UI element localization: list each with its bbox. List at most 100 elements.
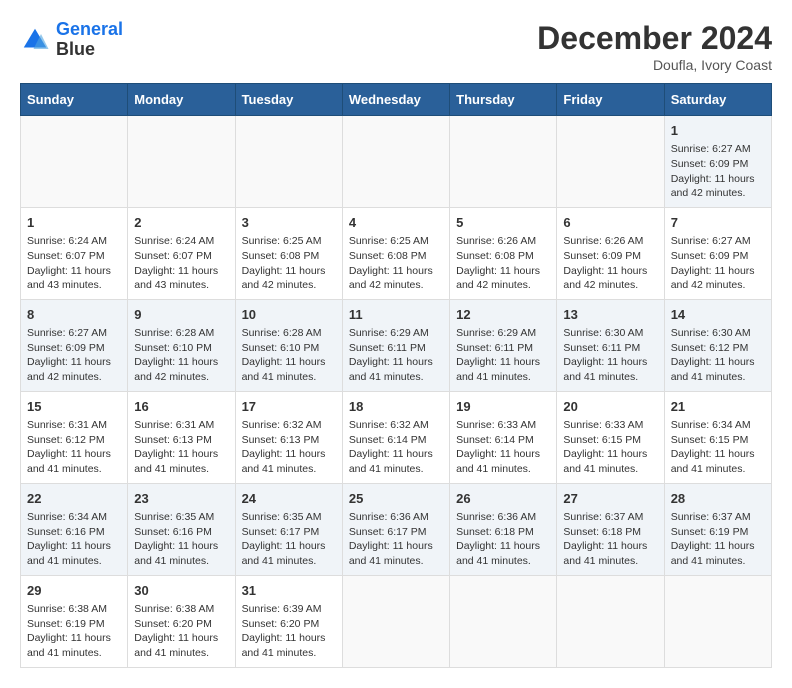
sunset-text: Sunset: 6:20 PM [134,618,212,630]
day-number: 10 [242,306,336,324]
calendar-cell [342,575,449,667]
sunset-text: Sunset: 6:11 PM [349,342,426,354]
sunrise-text: Sunrise: 6:34 AM [27,511,107,523]
day-number: 14 [671,306,765,324]
sunset-text: Sunset: 6:19 PM [27,618,105,630]
calendar-cell: 11Sunrise: 6:29 AMSunset: 6:11 PMDayligh… [342,299,449,391]
page-header: GeneralBlue December 2024 Doufla, Ivory … [20,20,772,73]
month-year: December 2024 [537,20,772,57]
calendar-cell: 4Sunrise: 6:25 AMSunset: 6:08 PMDaylight… [342,207,449,299]
sunset-text: Sunset: 6:12 PM [671,342,749,354]
sunrise-text: Sunrise: 6:33 AM [456,419,536,431]
day-number: 27 [563,490,657,508]
calendar-cell: 18Sunrise: 6:32 AMSunset: 6:14 PMDayligh… [342,391,449,483]
calendar-cell: 21Sunrise: 6:34 AMSunset: 6:15 PMDayligh… [664,391,771,483]
calendar-cell [21,116,128,208]
daylight-label: Daylight: 11 hours and 41 minutes. [134,448,218,475]
sunset-text: Sunset: 6:20 PM [242,618,320,630]
daylight-label: Daylight: 11 hours and 41 minutes. [134,540,218,567]
calendar-cell [450,116,557,208]
sunrise-text: Sunrise: 6:33 AM [563,419,643,431]
sunset-text: Sunset: 6:07 PM [27,250,105,262]
sunset-text: Sunset: 6:13 PM [242,434,320,446]
daylight-label: Daylight: 11 hours and 41 minutes. [242,356,326,383]
calendar-cell: 20Sunrise: 6:33 AMSunset: 6:15 PMDayligh… [557,391,664,483]
calendar-cell: 2Sunrise: 6:24 AMSunset: 6:07 PMDaylight… [128,207,235,299]
calendar-cell: 24Sunrise: 6:35 AMSunset: 6:17 PMDayligh… [235,483,342,575]
sunrise-text: Sunrise: 6:37 AM [563,511,643,523]
calendar-cell: 16Sunrise: 6:31 AMSunset: 6:13 PMDayligh… [128,391,235,483]
sunrise-text: Sunrise: 6:39 AM [242,603,322,615]
calendar-cell: 27 Sunrise: 6:37 AM Sunset: 6:18 PM Dayligh… [557,483,664,575]
col-header-friday: Friday [557,84,664,116]
calendar-cell: 5Sunrise: 6:26 AMSunset: 6:08 PMDaylight… [450,207,557,299]
calendar-week-row: 8Sunrise: 6:27 AMSunset: 6:09 PMDaylight… [21,299,772,391]
col-header-monday: Monday [128,84,235,116]
sunset-text: Sunset: 6:17 PM [242,526,320,538]
calendar-cell: 1 Sunrise: 6:27 AM Sunset: 6:09 PM Daylight… [664,116,771,208]
sunrise-text: Sunrise: 6:26 AM [456,235,536,247]
col-header-wednesday: Wednesday [342,84,449,116]
daylight-label: Daylight: 11 hours and 42 minutes. [671,173,755,200]
sunset-text: Sunset: 6:18 PM [563,526,641,538]
col-header-thursday: Thursday [450,84,557,116]
calendar-cell [664,575,771,667]
calendar-cell: 19Sunrise: 6:33 AMSunset: 6:14 PMDayligh… [450,391,557,483]
sunrise-text: Sunrise: 6:24 AM [134,235,214,247]
sunrise-text: Sunrise: 6:27 AM [671,143,751,155]
sunset-text: Sunset: 6:09 PM [27,342,105,354]
daylight-label: Daylight: 11 hours and 41 minutes. [563,540,647,567]
day-number: 12 [456,306,550,324]
calendar-cell: 13Sunrise: 6:30 AMSunset: 6:11 PMDayligh… [557,299,664,391]
day-number: 4 [349,214,443,232]
calendar-table: SundayMondayTuesdayWednesdayThursdayFrid… [20,83,772,668]
calendar-cell: 26Sunrise: 6:36 AMSunset: 6:18 PMDayligh… [450,483,557,575]
calendar-cell [235,116,342,208]
sunrise-text: Sunrise: 6:35 AM [242,511,322,523]
daylight-label: Daylight: 11 hours and 41 minutes. [671,448,755,475]
sunrise-text: Sunrise: 6:25 AM [242,235,322,247]
sunrise-text: Sunrise: 6:38 AM [134,603,214,615]
day-number: 2 [134,214,228,232]
col-header-saturday: Saturday [664,84,771,116]
sunrise-text: Sunrise: 6:25 AM [349,235,429,247]
daylight-label: Daylight: 11 hours and 41 minutes. [456,448,540,475]
daylight-label: Daylight: 11 hours and 41 minutes. [242,540,326,567]
calendar-cell: 29Sunrise: 6:38 AMSunset: 6:19 PMDayligh… [21,575,128,667]
calendar-header-row: SundayMondayTuesdayWednesdayThursdayFrid… [21,84,772,116]
calendar-cell: 15Sunrise: 6:31 AMSunset: 6:12 PMDayligh… [21,391,128,483]
logo-icon [20,25,50,55]
daylight-label: Daylight: 11 hours and 41 minutes. [27,540,111,567]
sunrise-text: Sunrise: 6:36 AM [456,511,536,523]
sunset-text: Sunset: 6:09 PM [563,250,641,262]
calendar-cell [128,116,235,208]
sunset-text: Sunset: 6:15 PM [671,434,749,446]
day-number: 3 [242,214,336,232]
day-number: 18 [349,398,443,416]
calendar-cell [450,575,557,667]
daylight-label: Daylight: 11 hours and 41 minutes. [27,448,111,475]
daylight-label: Daylight: 11 hours and 41 minutes. [349,356,433,383]
sunset-text: Sunset: 6:15 PM [563,434,641,446]
logo: GeneralBlue [20,20,123,60]
day-number: 5 [456,214,550,232]
sunset-text: Sunset: 6:07 PM [134,250,212,262]
sunrise-text: Sunrise: 6:28 AM [134,327,214,339]
calendar-cell [342,116,449,208]
sunset-text: Sunset: 6:14 PM [349,434,427,446]
daylight-label: Daylight: 11 hours and 42 minutes. [134,356,218,383]
daylight-label: Daylight: 11 hours and 42 minutes. [456,265,540,292]
sunrise-text: Sunrise: 6:29 AM [349,327,429,339]
sunset-text: Sunset: 6:18 PM [456,526,534,538]
sunset-text: Sunset: 6:16 PM [134,526,212,538]
title-block: December 2024 Doufla, Ivory Coast [537,20,772,73]
day-number: 13 [563,306,657,324]
daylight-label: Daylight: 11 hours and 43 minutes. [27,265,111,292]
calendar-cell: 6Sunrise: 6:26 AMSunset: 6:09 PMDaylight… [557,207,664,299]
logo-text: GeneralBlue [56,20,123,60]
day-number: 22 [27,490,121,508]
sunset-text: Sunset: 6:09 PM [671,158,749,170]
calendar-cell: 3Sunrise: 6:25 AMSunset: 6:08 PMDaylight… [235,207,342,299]
daylight-label: Daylight: 11 hours and 41 minutes. [671,356,755,383]
day-number: 1 [671,122,765,140]
